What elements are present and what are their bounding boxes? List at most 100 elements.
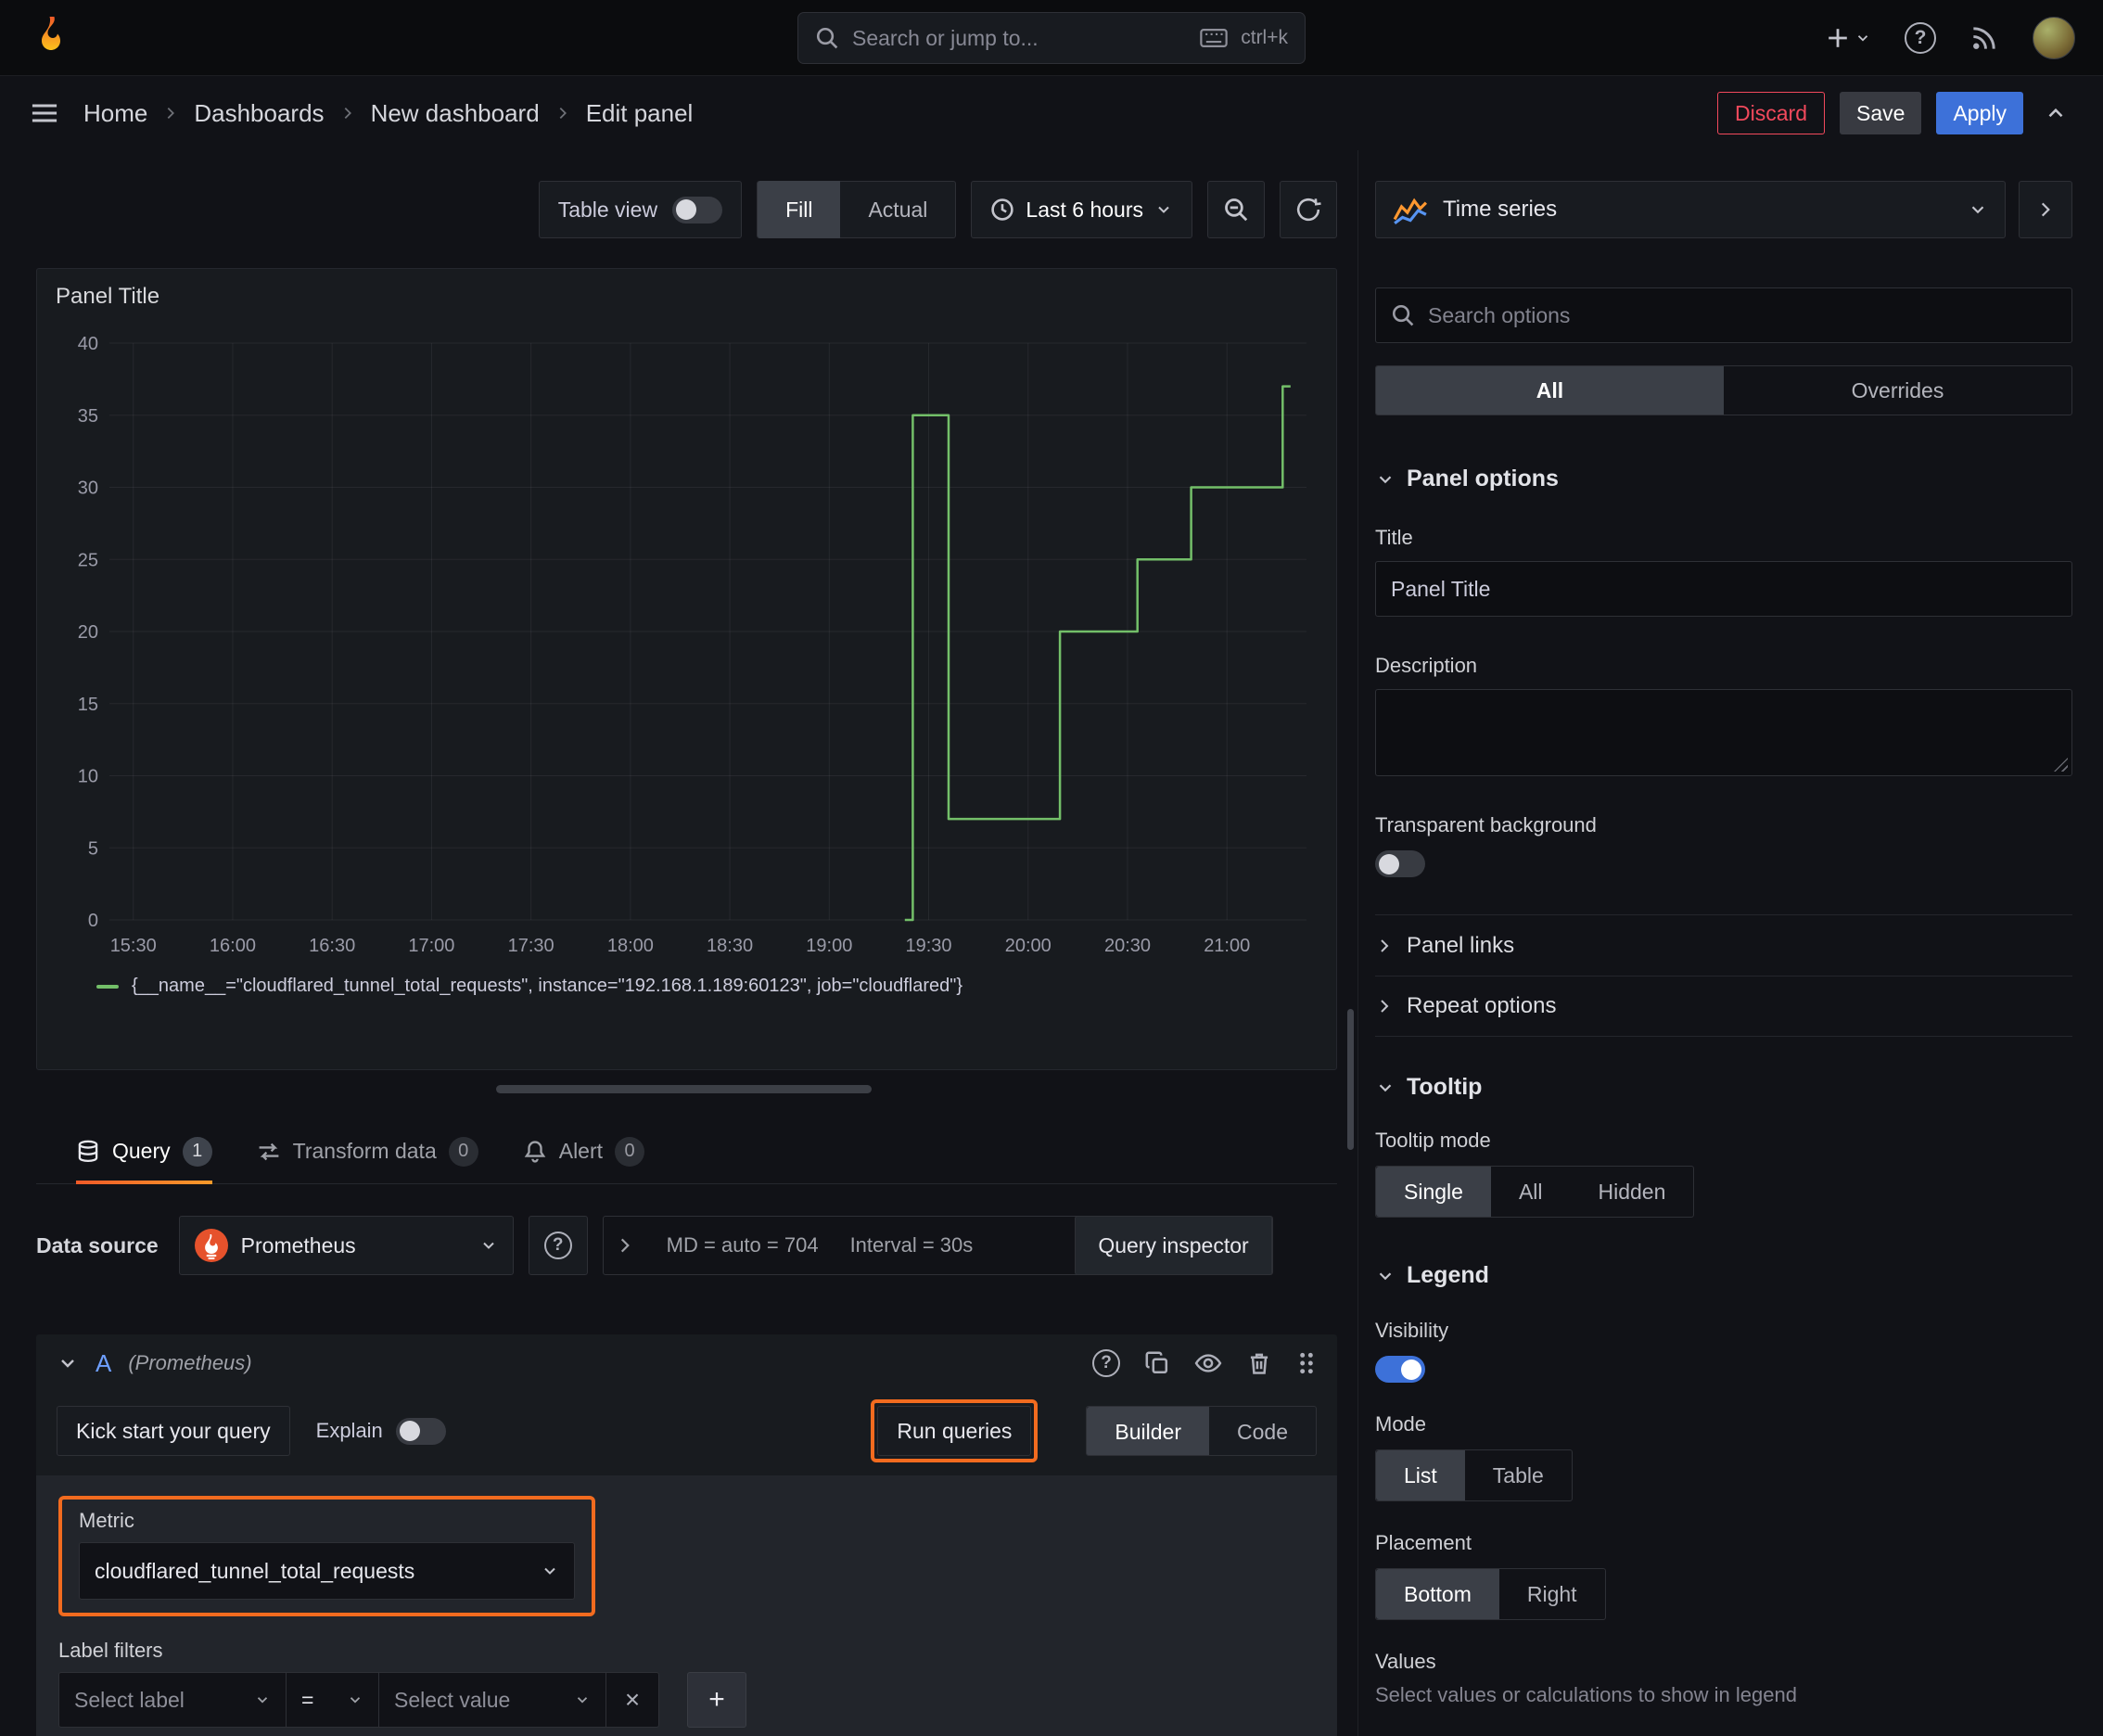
- options-search[interactable]: [1375, 287, 2072, 343]
- metric-select[interactable]: cloudflared_tunnel_total_requests: [79, 1542, 575, 1600]
- breadcrumb-bar: Home Dashboards New dashboard Edit panel…: [0, 76, 2103, 150]
- tab-all[interactable]: All: [1376, 366, 1724, 415]
- svg-text:17:00: 17:00: [408, 936, 454, 956]
- svg-text:5: 5: [88, 838, 98, 859]
- datasource-name: Prometheus: [240, 1232, 356, 1257]
- copy-icon: [1144, 1350, 1170, 1376]
- fill-option[interactable]: Fill: [758, 181, 841, 238]
- legend-values-hint: Select values or calculations to show in…: [1375, 1683, 1797, 1706]
- help-button[interactable]: ?: [1905, 21, 1936, 54]
- svg-text:16:30: 16:30: [309, 936, 355, 956]
- breadcrumb-dashboards[interactable]: Dashboards: [194, 99, 324, 128]
- breadcrumb-edit-panel: Edit panel: [585, 98, 694, 127]
- tab-query[interactable]: Query 1: [76, 1119, 212, 1184]
- run-queries-button[interactable]: Run queries: [877, 1406, 1032, 1456]
- chevron-down-icon[interactable]: [57, 1352, 79, 1374]
- legend-mode-list[interactable]: List: [1376, 1450, 1465, 1500]
- global-search-input[interactable]: [852, 25, 1188, 51]
- panel-title-input[interactable]: [1375, 561, 2072, 617]
- query-tabs: Query 1 Transform data 0 Alert 0: [36, 1119, 1337, 1184]
- section-tooltip[interactable]: Tooltip: [1375, 1074, 2072, 1101]
- datasource-help-button[interactable]: ?: [528, 1216, 588, 1275]
- new-menu-button[interactable]: [1825, 25, 1871, 51]
- legend-mode-switch: List Table: [1375, 1449, 1573, 1501]
- section-title: Legend: [1407, 1262, 1489, 1288]
- resize-handle[interactable]: [2054, 758, 2068, 772]
- legend-swatch: [96, 984, 119, 989]
- apply-button[interactable]: Apply: [1936, 92, 2023, 134]
- actual-option[interactable]: Actual: [840, 181, 955, 238]
- visualization-picker[interactable]: Time series: [1375, 181, 2006, 238]
- svg-text:35: 35: [78, 406, 98, 427]
- panel-toolbar: Table view Fill Actual Last 6 hours: [36, 181, 1337, 238]
- svg-text:19:00: 19:00: [806, 936, 852, 956]
- vertical-scrollbar-thumb[interactable]: [1347, 1009, 1354, 1150]
- chevron-down-icon: [479, 1236, 498, 1255]
- select-label-dropdown[interactable]: Select label: [58, 1672, 287, 1728]
- section-repeat-options[interactable]: Repeat options: [1375, 976, 2072, 1037]
- grafana-logo-icon[interactable]: [28, 15, 74, 61]
- chevron-right-icon: [1375, 997, 1394, 1015]
- transparent-background-toggle[interactable]: [1375, 850, 1425, 877]
- breadcrumb-new-dashboard[interactable]: New dashboard: [371, 99, 540, 128]
- duplicate-query-button[interactable]: [1144, 1350, 1170, 1376]
- section-legend[interactable]: Legend: [1375, 1262, 2072, 1289]
- toggle-visibility-button[interactable]: [1194, 1349, 1222, 1377]
- remove-filter-button[interactable]: ×: [605, 1672, 659, 1728]
- time-range-label: Last 6 hours: [1026, 197, 1143, 222]
- query-ref-id[interactable]: A: [96, 1349, 111, 1378]
- section-panel-options[interactable]: Panel options: [1375, 466, 2072, 492]
- panel-description-textarea[interactable]: [1375, 689, 2072, 776]
- legend-mode-table[interactable]: Table: [1465, 1450, 1572, 1500]
- metric-label: Metric: [79, 1509, 134, 1532]
- code-option[interactable]: Code: [1209, 1407, 1316, 1455]
- collapse-options-button[interactable]: [2038, 101, 2073, 125]
- options-search-input[interactable]: [1428, 302, 2057, 328]
- builder-option[interactable]: Builder: [1087, 1407, 1210, 1455]
- legend-placement-right[interactable]: Right: [1499, 1569, 1605, 1619]
- delete-query-button[interactable]: [1246, 1350, 1272, 1376]
- tab-alert[interactable]: Alert 0: [523, 1119, 645, 1183]
- expand-options-button[interactable]: [615, 1235, 635, 1256]
- drag-handle[interactable]: [1296, 1351, 1317, 1375]
- datasource-picker[interactable]: Prometheus: [178, 1216, 514, 1275]
- add-filter-button[interactable]: +: [687, 1672, 746, 1728]
- active-tab-underline: [76, 1181, 212, 1184]
- toggle-viz-pane-button[interactable]: [2019, 181, 2072, 238]
- clock-icon: [990, 198, 1014, 222]
- refresh-button[interactable]: [1280, 181, 1337, 238]
- tooltip-mode-single[interactable]: Single: [1376, 1167, 1491, 1217]
- section-panel-links[interactable]: Panel links: [1375, 914, 2072, 976]
- discard-button[interactable]: Discard: [1717, 92, 1826, 134]
- timeseries-viz-icon: [1393, 194, 1428, 225]
- breadcrumb-home[interactable]: Home: [83, 99, 147, 128]
- menu-toggle-button[interactable]: [30, 98, 59, 128]
- table-view-toggle[interactable]: [672, 196, 723, 223]
- news-button[interactable]: [1969, 23, 1999, 53]
- horizontal-scrollbar-thumb[interactable]: [496, 1085, 872, 1093]
- zoom-out-button[interactable]: [1207, 181, 1265, 238]
- legend-visibility-toggle[interactable]: [1375, 1356, 1425, 1383]
- plus-icon: +: [708, 1684, 725, 1715]
- kick-start-button[interactable]: Kick start your query: [57, 1406, 290, 1456]
- global-search[interactable]: ctrl+k: [797, 12, 1306, 64]
- time-range-picker[interactable]: Last 6 hours: [971, 181, 1192, 238]
- help-icon: ?: [1905, 21, 1936, 54]
- select-label-placeholder: Select label: [74, 1687, 185, 1712]
- legend-placement-bottom[interactable]: Bottom: [1376, 1569, 1499, 1619]
- tab-transform-data[interactable]: Transform data 0: [257, 1119, 478, 1183]
- query-options-bar: MD = auto = 704 Interval = 30s Query ins…: [602, 1216, 1273, 1275]
- tooltip-mode-hidden[interactable]: Hidden: [1571, 1167, 1694, 1217]
- query-help-button[interactable]: ?: [1092, 1349, 1120, 1377]
- user-avatar[interactable]: [2033, 16, 2075, 59]
- legend-item[interactable]: {__name__="cloudflared_tunnel_total_requ…: [96, 976, 1318, 997]
- legend-label: {__name__="cloudflared_tunnel_total_requ…: [132, 976, 963, 996]
- select-value-dropdown[interactable]: Select value: [378, 1672, 606, 1728]
- tooltip-mode-all[interactable]: All: [1491, 1167, 1571, 1217]
- operator-dropdown[interactable]: =: [286, 1672, 379, 1728]
- zoom-out-icon: [1223, 197, 1249, 223]
- tab-overrides[interactable]: Overrides: [1724, 366, 2071, 415]
- save-button[interactable]: Save: [1840, 92, 1922, 134]
- explain-toggle[interactable]: [395, 1417, 446, 1445]
- query-inspector-button[interactable]: Query inspector: [1075, 1216, 1272, 1275]
